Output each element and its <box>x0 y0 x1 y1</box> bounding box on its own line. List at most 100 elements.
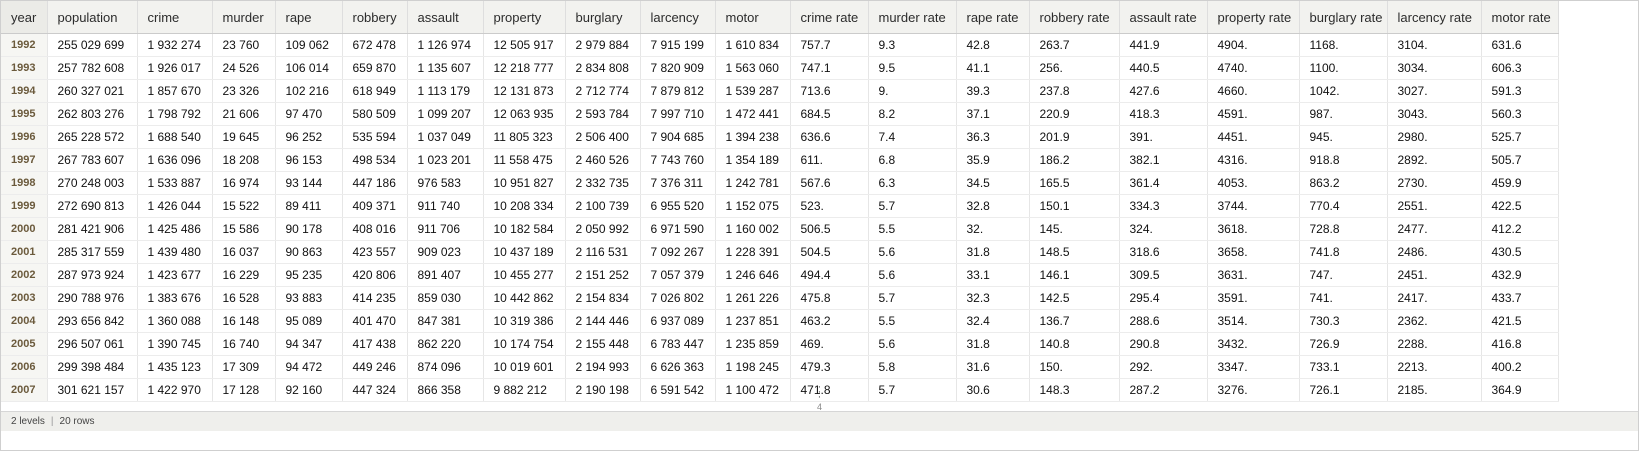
table-cell: 288.6 <box>1119 309 1208 333</box>
column-header-burglary[interactable]: burglary <box>565 1 641 34</box>
column-header-property[interactable]: property <box>483 1 566 34</box>
table-cell: 136.7 <box>1029 309 1120 333</box>
column-header-rape[interactable]: rape <box>275 1 343 34</box>
table-row[interactable]: 2002 287 973 924 1 423 677 16 229 95 235 420 … <box>1 263 1559 287</box>
table-cell: 94 347 <box>275 332 343 356</box>
table-cell: 1 135 607 <box>407 56 484 80</box>
table-cell: 976 583 <box>407 171 484 195</box>
table-cell: 37.1 <box>956 102 1030 126</box>
column-header-burglary-rate[interactable]: burglary rate <box>1299 1 1388 34</box>
table-cell: 5.6 <box>868 332 957 356</box>
table-cell: 2 460 526 <box>565 148 641 172</box>
table-cell: 1 932 274 <box>137 33 213 57</box>
table-cell: 2 050 992 <box>565 217 641 241</box>
table-cell: 506.5 <box>790 217 869 241</box>
table-cell: 400.2 <box>1481 355 1559 379</box>
table-cell: 3591. <box>1207 286 1300 310</box>
table-cell: 148.5 <box>1029 240 1120 264</box>
table-body: 1992 255 029 699 1 932 274 23 760 109 062 672… <box>1 33 1559 402</box>
table-cell: 4740. <box>1207 56 1300 80</box>
table-cell: 1 394 238 <box>715 125 791 149</box>
column-header-assault-rate[interactable]: assault rate <box>1119 1 1208 34</box>
table-row[interactable]: 2000 281 421 906 1 425 486 15 586 90 178 408 … <box>1 217 1559 241</box>
table-cell: 1 228 391 <box>715 240 791 264</box>
table-cell: 2 834 808 <box>565 56 641 80</box>
table-row[interactable]: 1995 262 803 276 1 798 792 21 606 97 470 580 … <box>1 102 1559 126</box>
table-row[interactable]: 2004 293 656 842 1 360 088 16 148 95 089 401 … <box>1 309 1559 333</box>
column-header-property-rate[interactable]: property rate <box>1207 1 1300 34</box>
column-header-robbery[interactable]: robbery <box>342 1 408 34</box>
table-row[interactable]: 2001 285 317 559 1 439 480 16 037 90 863 423 … <box>1 240 1559 264</box>
table-cell: 4904. <box>1207 33 1300 57</box>
row-key-year: 1993 <box>1 56 48 80</box>
table-cell: 16 528 <box>212 286 276 310</box>
table-row[interactable]: 1993 257 782 608 1 926 017 24 526 106 014 659… <box>1 56 1559 80</box>
table-cell: 747. <box>1299 263 1388 287</box>
table-row[interactable]: 1997 267 783 607 1 636 096 18 208 96 153 498 … <box>1 148 1559 172</box>
table-row[interactable]: 1994 260 327 021 1 857 670 23 326 102 216 618… <box>1 79 1559 103</box>
table-cell: 684.5 <box>790 102 869 126</box>
table-cell: 16 148 <box>212 309 276 333</box>
table-cell: 318.6 <box>1119 240 1208 264</box>
table-cell: 272 690 813 <box>47 194 138 218</box>
table-cell: 5.8 <box>868 355 957 379</box>
table-row[interactable]: 1992 255 029 699 1 932 274 23 760 109 062 672… <box>1 33 1559 57</box>
table-cell: 862 220 <box>407 332 484 356</box>
column-header-larcency[interactable]: larcency <box>640 1 716 34</box>
column-header-motor-rate[interactable]: motor rate <box>1481 1 1559 34</box>
table-row[interactable]: 2005 296 507 061 1 390 745 16 740 94 347 417 … <box>1 332 1559 356</box>
row-key-year: 1995 <box>1 102 48 126</box>
table-cell: 1 926 017 <box>137 56 213 80</box>
table-cell: 32.4 <box>956 309 1030 333</box>
table-cell: 1 636 096 <box>137 148 213 172</box>
table-cell: 9.5 <box>868 56 957 80</box>
table-cell: 479.3 <box>790 355 869 379</box>
table-row[interactable]: 1999 272 690 813 1 426 044 15 522 89 411 409 … <box>1 194 1559 218</box>
column-header-motor[interactable]: motor <box>715 1 791 34</box>
table-cell: 34.5 <box>956 171 1030 195</box>
table-cell: 10 182 584 <box>483 217 566 241</box>
column-header-murder[interactable]: murder <box>212 1 276 34</box>
table-cell: 1 425 486 <box>137 217 213 241</box>
table-header-row: year population crime murder rape robbery assa… <box>1 1 1559 34</box>
table-cell: 16 740 <box>212 332 276 356</box>
table-cell: 4053. <box>1207 171 1300 195</box>
rows-count: 20 rows <box>59 416 95 427</box>
status-bar: 2 levels | 20 rows <box>1 411 1638 431</box>
column-header-crime-rate[interactable]: crime rate <box>790 1 869 34</box>
table-cell: 631.6 <box>1481 33 1559 57</box>
table-cell: 2362. <box>1387 309 1482 333</box>
column-header-assault[interactable]: assault <box>407 1 484 34</box>
table-cell: 32.3 <box>956 286 1030 310</box>
table-cell: 909 023 <box>407 240 484 264</box>
table-cell: 469. <box>790 332 869 356</box>
table-cell: 145. <box>1029 217 1120 241</box>
column-header-population[interactable]: population <box>47 1 138 34</box>
table-cell: 299 398 484 <box>47 355 138 379</box>
column-header-larcency-rate[interactable]: larcency rate <box>1387 1 1482 34</box>
table-row[interactable]: 1996 265 228 572 1 688 540 19 645 96 252 535 … <box>1 125 1559 149</box>
column-header-murder-rate[interactable]: murder rate <box>868 1 957 34</box>
table-cell: 2 154 834 <box>565 286 641 310</box>
table-cell: 440.5 <box>1119 56 1208 80</box>
table-cell: 267 783 607 <box>47 148 138 172</box>
table-cell: 6 971 590 <box>640 217 716 241</box>
row-key-year: 1992 <box>1 33 48 57</box>
more-rows-indicator[interactable]: · · · 4 <box>1 382 1638 413</box>
table-row[interactable]: 2006 299 398 484 1 435 123 17 309 94 472 449 … <box>1 355 1559 379</box>
table-cell: 42.8 <box>956 33 1030 57</box>
column-header-rape-rate[interactable]: rape rate <box>956 1 1030 34</box>
table-cell: 7 376 311 <box>640 171 716 195</box>
table-cell: 1 857 670 <box>137 79 213 103</box>
table-cell: 32. <box>956 217 1030 241</box>
column-header-crime[interactable]: crime <box>137 1 213 34</box>
table-cell: 12 218 777 <box>483 56 566 80</box>
table-cell: 414 235 <box>342 286 408 310</box>
column-header-robbery-rate[interactable]: robbery rate <box>1029 1 1120 34</box>
table-cell: 6 626 363 <box>640 355 716 379</box>
column-header-year[interactable]: year <box>1 1 48 34</box>
table-row[interactable]: 1998 270 248 003 1 533 887 16 974 93 144 447 … <box>1 171 1559 195</box>
table-cell: 3347. <box>1207 355 1300 379</box>
status-divider: | <box>50 416 54 427</box>
table-row[interactable]: 2003 290 788 976 1 383 676 16 528 93 883 414 … <box>1 286 1559 310</box>
